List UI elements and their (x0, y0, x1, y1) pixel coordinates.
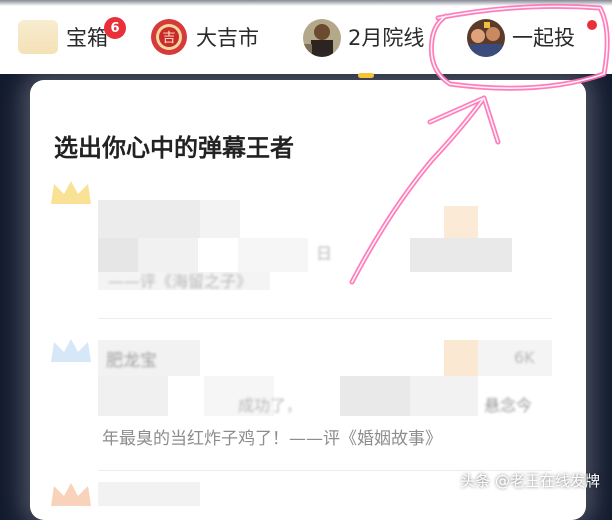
watermark: 头条 @老王在线发牌 (460, 472, 600, 490)
annotation-overlay (349, 3, 610, 285)
